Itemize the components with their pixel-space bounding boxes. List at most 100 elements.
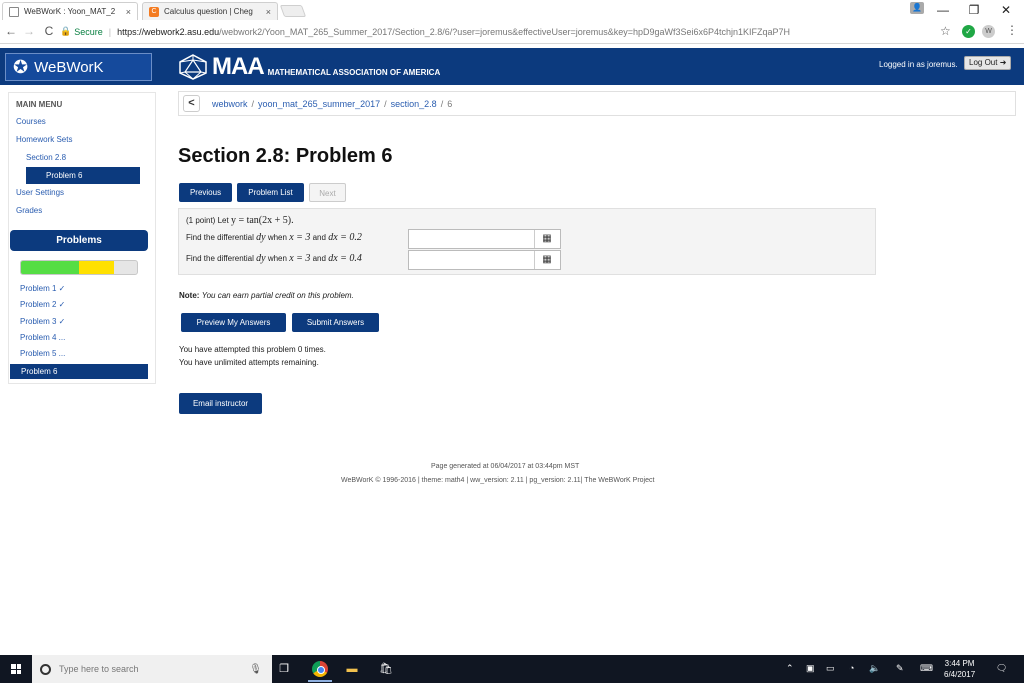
question-2: Find the differential dy when x = 3 and … [186,253,362,264]
note-label: Note: [179,291,200,300]
maa-full-name: MATHEMATICAL ASSOCIATION OF AMERICA [267,67,441,77]
main-menu-sidebar: MAIN MENU Courses Homework Sets Section … [8,92,156,384]
sidebar-item-user-settings[interactable]: User Settings [16,188,64,197]
bookmark-star-icon[interactable]: ☆ [940,24,951,38]
back-arrow-icon[interactable]: ← [4,24,18,38]
lock-icon: 🔒 [60,26,72,36]
forward-arrow-icon[interactable]: → [22,24,36,38]
url-host: https://webwork2.asu.edu [117,26,220,37]
tab-webwork[interactable]: WeBWorK : Yoon_MAT_2 × [2,2,138,20]
breadcrumb-trail: webwork / yoon_mat_265_summer_2017/section… [212,99,452,109]
task-view-icon[interactable]: ❐ [276,661,292,677]
main-menu-title: MAIN MENU [16,100,63,109]
math-dx: dx = 0.4 [328,253,362,264]
maximize-button[interactable]: ❐ [956,0,992,20]
partial-credit-note: Note: You can earn partial credit on thi… [179,291,354,300]
chrome-icon[interactable] [312,661,328,677]
tab-title: WeBWorK : Yoon_MAT_2 [24,7,116,16]
problem-list-item[interactable]: Problem 5 ... [20,349,65,358]
tray-expand-icon[interactable]: ⌃ [786,663,794,674]
sidebar-item-homework-sets[interactable]: Homework Sets [16,135,72,144]
document-icon [9,6,19,17]
pen-icon[interactable]: ✎ [896,663,904,674]
back-chevron-icon[interactable]: < [183,95,200,112]
question-1: Find the differential dy when x = 3 and … [186,232,362,243]
cortana-icon [40,663,51,675]
problem-intro: (1 point) Let [186,216,229,225]
reload-icon[interactable]: C [42,24,56,38]
breadcrumb: < webwork / yoon_mat_265_summer_2017/secti… [178,91,1016,116]
tab-chegg[interactable]: C Calculus question | Cheg × [142,2,278,20]
tray-app-icon[interactable]: ▣ [806,663,815,674]
sidebar-item-courses[interactable]: Courses [16,117,46,126]
sidebar-item-section[interactable]: Section 2.8 [26,153,66,162]
tab-title: Calculus question | Cheg [164,7,253,16]
attempts-remaining: You have unlimited attempts remaining. [179,358,319,367]
tab-close-icon[interactable]: × [266,7,271,17]
keyboard-icon[interactable]: ⌨ [920,663,933,674]
profile-icon[interactable]: 👤 [910,2,924,14]
page-generated-footer: Page generated at 06/04/2017 at 03:44pm … [431,463,580,470]
maa-acronym: MAA [212,53,265,80]
problem-list-item-active[interactable]: Problem 6 [10,364,148,379]
volume-icon[interactable]: 🔈 [869,663,880,674]
tab-close-icon[interactable]: × [126,7,131,17]
problem-list-item[interactable]: Problem 3 ✓ [20,317,65,326]
next-button[interactable]: Next [309,183,346,202]
math-dy: dy [256,232,266,243]
problem-list-item[interactable]: Problem 4 ... [20,333,65,342]
webwork-logo-text: WeBWorK [34,58,104,76]
breadcrumb-section[interactable]: section_2.8 [391,99,437,109]
progress-partial [79,261,114,274]
question-text: when [267,254,287,263]
address-bar[interactable]: 🔒 Secure | https://webwork2.asu.edu /web… [60,23,938,40]
battery-icon[interactable]: ▭ [826,663,835,674]
close-window-button[interactable]: ✕ [988,0,1024,20]
maa-logo[interactable]: MAA MATHEMATICAL ASSOCIATION OF AMERICA [178,53,440,81]
secure-label: Secure [74,26,103,37]
browser-tab-strip: WeBWorK : Yoon_MAT_2 × C Calculus questi… [0,0,1024,20]
windows-start-icon[interactable] [11,664,21,674]
previous-button[interactable]: Previous [179,183,232,202]
attempts-count: You have attempted this problem 0 times. [179,345,326,354]
extension-w-icon[interactable]: W [982,25,995,38]
problem-list-item[interactable]: Problem 1 ✓ [20,284,65,293]
webwork-logo[interactable]: ✪ WeBWorK [5,53,152,81]
system-clock[interactable]: 3:44 PM 6/4/2017 [944,658,975,680]
sidebar-item-grades[interactable]: Grades [16,206,42,215]
browser-toolbar: ← → C 🔒 Secure | https://webwork2.asu.ed… [0,20,1024,44]
wifi-icon[interactable]: ◔ [849,663,854,673]
breadcrumb-problem: 6 [447,98,453,109]
windows-taskbar: Type here to search 🎙 ❐ ▬ 🛍 ⌃ ▣ ▭ ◔ 🔈 ✎ … [0,655,1024,683]
store-icon[interactable]: 🛍 [378,661,394,677]
breadcrumb-separator: / [440,98,444,109]
breadcrumb-separator: / [251,98,255,109]
logged-in-text: Logged in as joremus. [879,60,958,69]
star-logo-icon: ✪ [13,56,29,77]
equation-editor-icon[interactable]: ▦ [534,251,559,269]
address-divider: | [108,26,112,37]
extension-check-icon[interactable]: ✓ [962,25,975,38]
sidebar-item-problem-active[interactable]: Problem 6 [26,167,140,184]
breadcrumb-course[interactable]: yoon_mat_265_summer_2017 [258,99,380,109]
problem-list-button[interactable]: Problem List [237,183,304,202]
breadcrumb-webwork[interactable]: webwork [212,99,248,109]
microphone-icon[interactable]: 🎙 [249,664,262,675]
problem-function: y = tan(2x + 5). [230,215,294,226]
problem-list-item[interactable]: Problem 2 ✓ [20,300,65,309]
submit-answers-button[interactable]: Submit Answers [292,313,379,332]
new-tab-button[interactable] [279,5,307,17]
email-instructor-button[interactable]: Email instructor [179,393,262,414]
file-explorer-icon[interactable]: ▬ [344,661,360,677]
log-out-button[interactable]: Log Out ➜ [964,56,1012,70]
action-center-icon[interactable]: 🗨 [996,663,1007,674]
preview-answers-button[interactable]: Preview My Answers [181,313,286,332]
question-text: when [267,233,287,242]
question-text: Find the differential [186,233,254,242]
url-path: /webwork2/Yoon_MAT_265_Summer_2017/Secti… [219,26,791,37]
problem-body: (1 point) Let y = tan(2x + 5). Find the … [178,208,876,275]
equation-editor-icon[interactable]: ▦ [534,230,559,248]
taskbar-search-box[interactable]: Type here to search 🎙 [32,655,272,683]
problems-header: Problems [10,230,148,251]
browser-menu-icon[interactable]: ⋮ [1006,23,1018,37]
